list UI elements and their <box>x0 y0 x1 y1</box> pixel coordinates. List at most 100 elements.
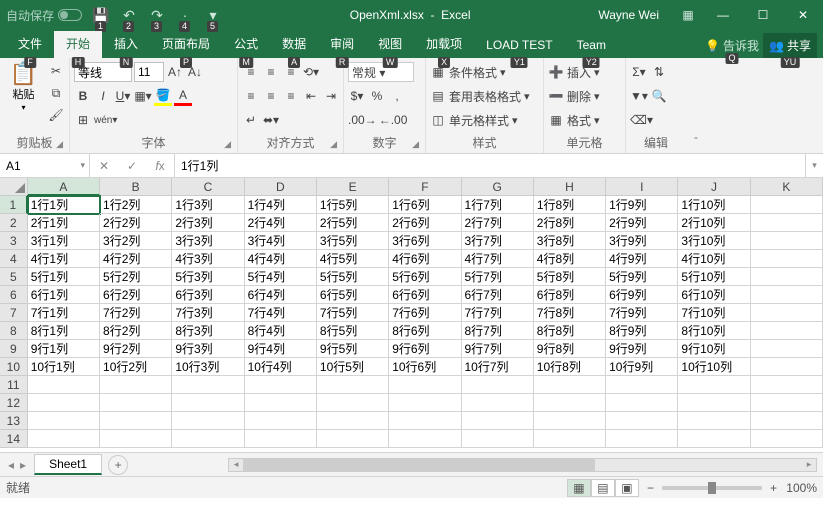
cell[interactable]: 5行5列 <box>317 268 389 286</box>
column-header[interactable]: D <box>245 178 317 195</box>
percent-button[interactable]: % <box>368 86 386 106</box>
cell[interactable] <box>245 376 317 394</box>
expand-formula-bar-button[interactable]: ▾ <box>805 154 823 177</box>
cut-button[interactable]: ✂ <box>47 61 65 81</box>
font-launcher-icon[interactable]: ◢ <box>224 139 231 150</box>
find-button[interactable]: 🔍 <box>650 86 668 106</box>
cell[interactable] <box>751 394 823 412</box>
cell[interactable]: 7行8列 <box>534 304 606 322</box>
name-box[interactable]: A1 <box>0 154 90 177</box>
cell[interactable]: 10行9列 <box>606 358 678 376</box>
zoom-out-button[interactable]: − <box>647 481 654 495</box>
cell[interactable]: 8行2列 <box>100 322 172 340</box>
cell[interactable] <box>678 430 750 448</box>
indent-dec-button[interactable]: ⇤ <box>302 86 320 106</box>
tab-home[interactable]: 开始H <box>54 31 102 58</box>
row-header[interactable]: 7 <box>0 304 28 322</box>
qat-undo[interactable]: ↶2 <box>120 7 138 24</box>
orientation-button[interactable]: ⟲▾ <box>302 62 320 82</box>
inc-decimal-button[interactable]: .00→ <box>348 110 377 130</box>
cell[interactable]: 3行9列 <box>606 232 678 250</box>
cell[interactable]: 3行1列 <box>28 232 100 250</box>
cell[interactable]: 2行7列 <box>462 214 534 232</box>
delete-cells-button[interactable]: ➖删除 ▾ <box>548 85 621 107</box>
cell[interactable]: 6行3列 <box>172 286 244 304</box>
row-header[interactable]: 4 <box>0 250 28 268</box>
currency-button[interactable]: $▾ <box>348 86 366 106</box>
column-header[interactable]: G <box>462 178 534 195</box>
cell[interactable]: 2行2列 <box>100 214 172 232</box>
page-layout-view-button[interactable]: ▤ <box>591 479 615 497</box>
cell[interactable]: 1行9列 <box>606 196 678 214</box>
cell[interactable]: 6行10列 <box>678 286 750 304</box>
qat-save[interactable]: 💾1 <box>92 7 110 24</box>
row-header[interactable]: 9 <box>0 340 28 358</box>
cell[interactable] <box>172 430 244 448</box>
cell[interactable] <box>751 412 823 430</box>
cell[interactable] <box>606 394 678 412</box>
column-header[interactable]: I <box>606 178 678 195</box>
cell[interactable]: 8行6列 <box>389 322 461 340</box>
cell[interactable]: 7行1列 <box>28 304 100 322</box>
cell[interactable] <box>317 412 389 430</box>
align-middle-button[interactable]: ≡ <box>262 62 280 82</box>
merge-button[interactable]: ⬌▾ <box>262 110 280 130</box>
cell[interactable]: 4行10列 <box>678 250 750 268</box>
cell[interactable] <box>606 430 678 448</box>
column-header[interactable]: H <box>534 178 606 195</box>
cell[interactable]: 10行10列 <box>678 358 750 376</box>
cell[interactable]: 8行9列 <box>606 322 678 340</box>
cell[interactable]: 9行10列 <box>678 340 750 358</box>
format-cells-button[interactable]: ▦格式 ▾ <box>548 109 621 131</box>
tell-me[interactable]: 💡告诉我Q <box>705 37 759 54</box>
cell[interactable]: 6行4列 <box>245 286 317 304</box>
cell[interactable] <box>172 376 244 394</box>
cell[interactable]: 1行1列 <box>28 196 100 214</box>
cell[interactable]: 7行4列 <box>245 304 317 322</box>
cell[interactable] <box>245 412 317 430</box>
qat-redo[interactable]: ↷3 <box>148 7 166 24</box>
cell[interactable] <box>534 412 606 430</box>
tab-pagelayout[interactable]: 页面布局P <box>150 31 222 58</box>
comma-button[interactable]: , <box>388 86 406 106</box>
cell[interactable] <box>751 268 823 286</box>
maximize-button[interactable]: ☐ <box>743 0 783 30</box>
tab-addins[interactable]: 加载项X <box>414 31 474 58</box>
cell[interactable] <box>751 250 823 268</box>
tab-loadtest[interactable]: LOAD TESTY1 <box>474 34 564 58</box>
cell[interactable]: 7行10列 <box>678 304 750 322</box>
cell[interactable] <box>100 430 172 448</box>
paste-button[interactable]: 📋粘贴▾ <box>4 61 43 112</box>
font-size-select[interactable]: 11 <box>134 62 164 82</box>
cell[interactable]: 9行3列 <box>172 340 244 358</box>
cell[interactable]: 5行8列 <box>534 268 606 286</box>
cancel-formula-button[interactable]: ✕ <box>90 159 118 173</box>
cell[interactable] <box>28 412 100 430</box>
row-header[interactable]: 3 <box>0 232 28 250</box>
cell[interactable]: 7行3列 <box>172 304 244 322</box>
cell[interactable]: 1行10列 <box>678 196 750 214</box>
cell[interactable]: 2行3列 <box>172 214 244 232</box>
cell[interactable]: 3行10列 <box>678 232 750 250</box>
cell[interactable] <box>317 430 389 448</box>
page-break-view-button[interactable]: ▣ <box>615 479 639 497</box>
tab-insert[interactable]: 插入N <box>102 31 150 58</box>
cell[interactable]: 2行4列 <box>245 214 317 232</box>
worksheet-grid[interactable]: ABCDEFGHIJK 11行1列1行2列1行3列1行4列1行5列1行6列1行7… <box>0 178 823 452</box>
cell[interactable] <box>245 430 317 448</box>
cell[interactable] <box>534 394 606 412</box>
cell[interactable]: 9行4列 <box>245 340 317 358</box>
copy-button[interactable]: ⧉ <box>47 83 65 103</box>
format-as-table-button[interactable]: ▤套用表格格式 ▾ <box>430 85 539 107</box>
number-launcher-icon[interactable]: ◢ <box>412 139 419 150</box>
cell[interactable] <box>751 322 823 340</box>
row-header[interactable]: 13 <box>0 412 28 430</box>
cell[interactable]: 5行1列 <box>28 268 100 286</box>
cell[interactable]: 1行7列 <box>462 196 534 214</box>
tab-team[interactable]: TeamY2 <box>565 34 618 58</box>
align-right-button[interactable]: ≡ <box>282 86 300 106</box>
cell[interactable] <box>245 394 317 412</box>
fill-button[interactable]: ▼▾ <box>630 86 648 106</box>
cell[interactable]: 5行3列 <box>172 268 244 286</box>
cell[interactable] <box>389 394 461 412</box>
